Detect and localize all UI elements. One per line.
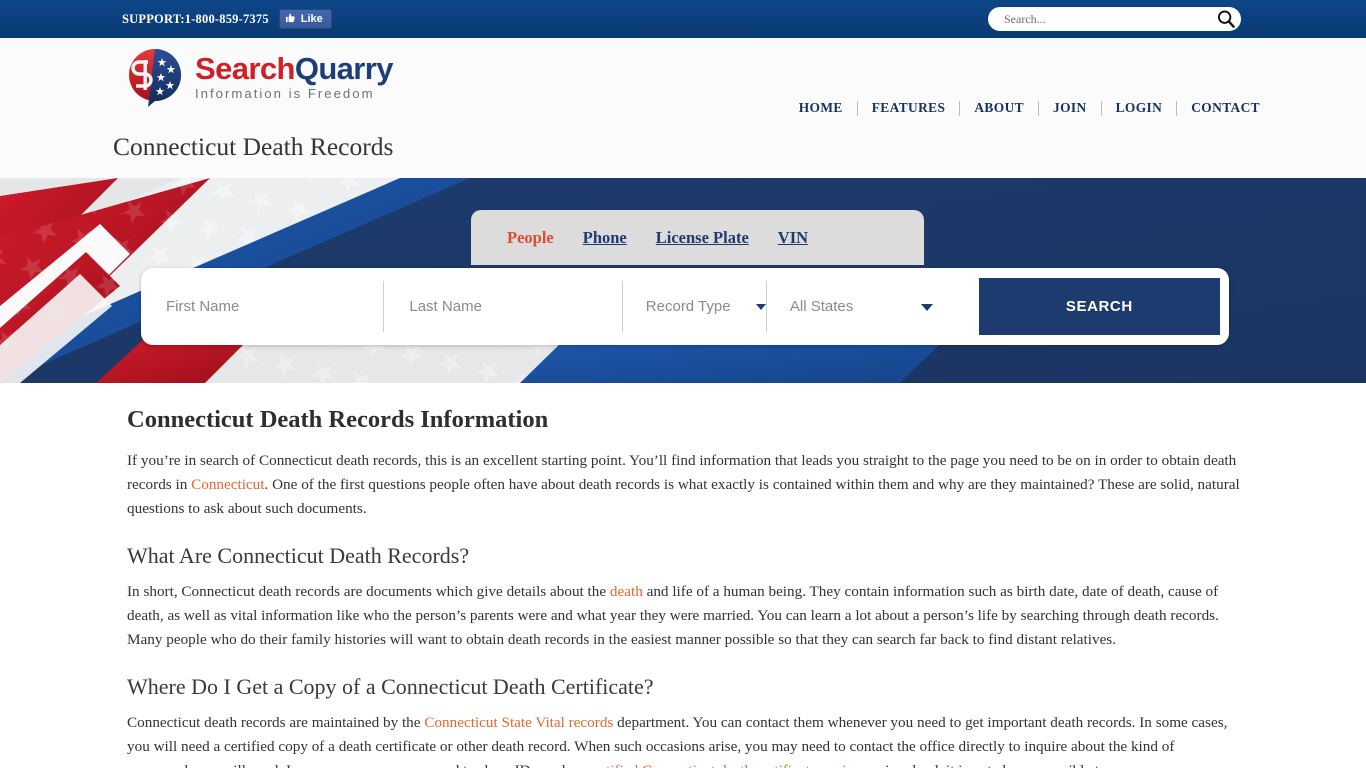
magnifier-icon[interactable] [1215,8,1237,30]
where-text-a: Connecticut death records are maintained… [127,714,425,731]
nav-item-join[interactable]: JOIN [1039,100,1101,116]
subsection-title-where-do-i: Where Do I Get a Copy of a Connecticut D… [127,674,654,699]
logo-word-search: Search [195,50,295,86]
tab-phone[interactable]: Phone [583,228,627,248]
chevron-down-icon [920,304,933,311]
main-navigation: HOME FEATURES ABOUT JOIN LOGIN CONTACT [785,100,1274,116]
search-type-tabs: People Phone License Plate VIN [471,210,924,265]
nav-item-login[interactable]: LOGIN [1102,100,1177,116]
facebook-like-button[interactable]: Like [278,9,332,29]
content-section-title: Connecticut Death Records Information [127,406,549,433]
link-ct-state-vital-records[interactable]: Connecticut State Vital records [424,714,613,731]
last-name-input[interactable] [407,278,622,335]
topbar-left-group: SUPPORT:1-800-859-7375 Like [122,9,332,29]
nav-item-about[interactable]: ABOUT [960,100,1038,116]
thumbs-up-icon [285,13,297,25]
logo-tagline: Information is Freedom [195,85,375,101]
link-death[interactable]: death [610,583,643,600]
site-header: SearchQuarry Information is Freedom HOME… [0,38,1366,116]
facebook-like-label: Like [300,12,323,25]
logo-word-quarry: Quarry [294,50,394,86]
tab-license-plate[interactable]: License Plate [656,228,749,248]
nav-item-contact[interactable]: CONTACT [1177,100,1274,116]
tab-people[interactable]: People [507,228,554,248]
nav-item-home[interactable]: HOME [785,100,857,116]
what-are-paragraph: In short, Connecticut death records are … [127,580,1240,652]
chevron-down-icon [755,303,766,310]
last-name-field[interactable] [383,278,622,335]
site-search-input[interactable] [1002,9,1215,29]
intro-paragraph: If you’re in search of Connecticut death… [127,449,1240,521]
main-content: Connecticut Death Records Information If… [0,383,1366,768]
page-title-bar: Connecticut Death Records [0,115,1366,178]
link-connecticut[interactable]: Connecticut [191,476,264,493]
people-search-form: Record Type All States SEARCH [141,268,1229,345]
first-name-field[interactable] [141,278,384,335]
top-utility-bar: SUPPORT:1-800-859-7375 Like [0,0,1366,38]
record-type-label: Record Type [645,298,731,315]
logo-wordmark: SearchQuarry Information is Freedom [195,53,393,100]
where-do-i-paragraph: Connecticut death records are maintained… [127,711,1240,768]
subsection-title-what-are: What Are Connecticut Death Records? [127,543,470,568]
where-text-c: are involved, it is not always possible … [859,762,1107,768]
link-certified-ct-death-certificate-copies[interactable]: certified Connecticut death certificate … [588,762,860,768]
page-title: Connecticut Death Records [113,131,394,161]
searchquarry-badge-icon [124,46,186,108]
state-select[interactable]: All States [765,278,955,335]
tab-vin[interactable]: VIN [778,228,808,248]
search-button[interactable]: SEARCH [978,278,1220,335]
support-phone-text: SUPPORT:1-800-859-7375 [122,11,269,26]
site-logo[interactable]: SearchQuarry Information is Freedom [124,46,393,108]
first-name-input[interactable] [164,278,384,335]
site-search-box[interactable] [988,7,1241,31]
nav-item-features[interactable]: FEATURES [858,100,960,116]
intro-text-b: . One of the first questions people ofte… [127,476,1240,517]
what-are-text-a: In short, Connecticut death records are … [127,583,610,600]
record-type-select[interactable]: Record Type [621,278,766,335]
